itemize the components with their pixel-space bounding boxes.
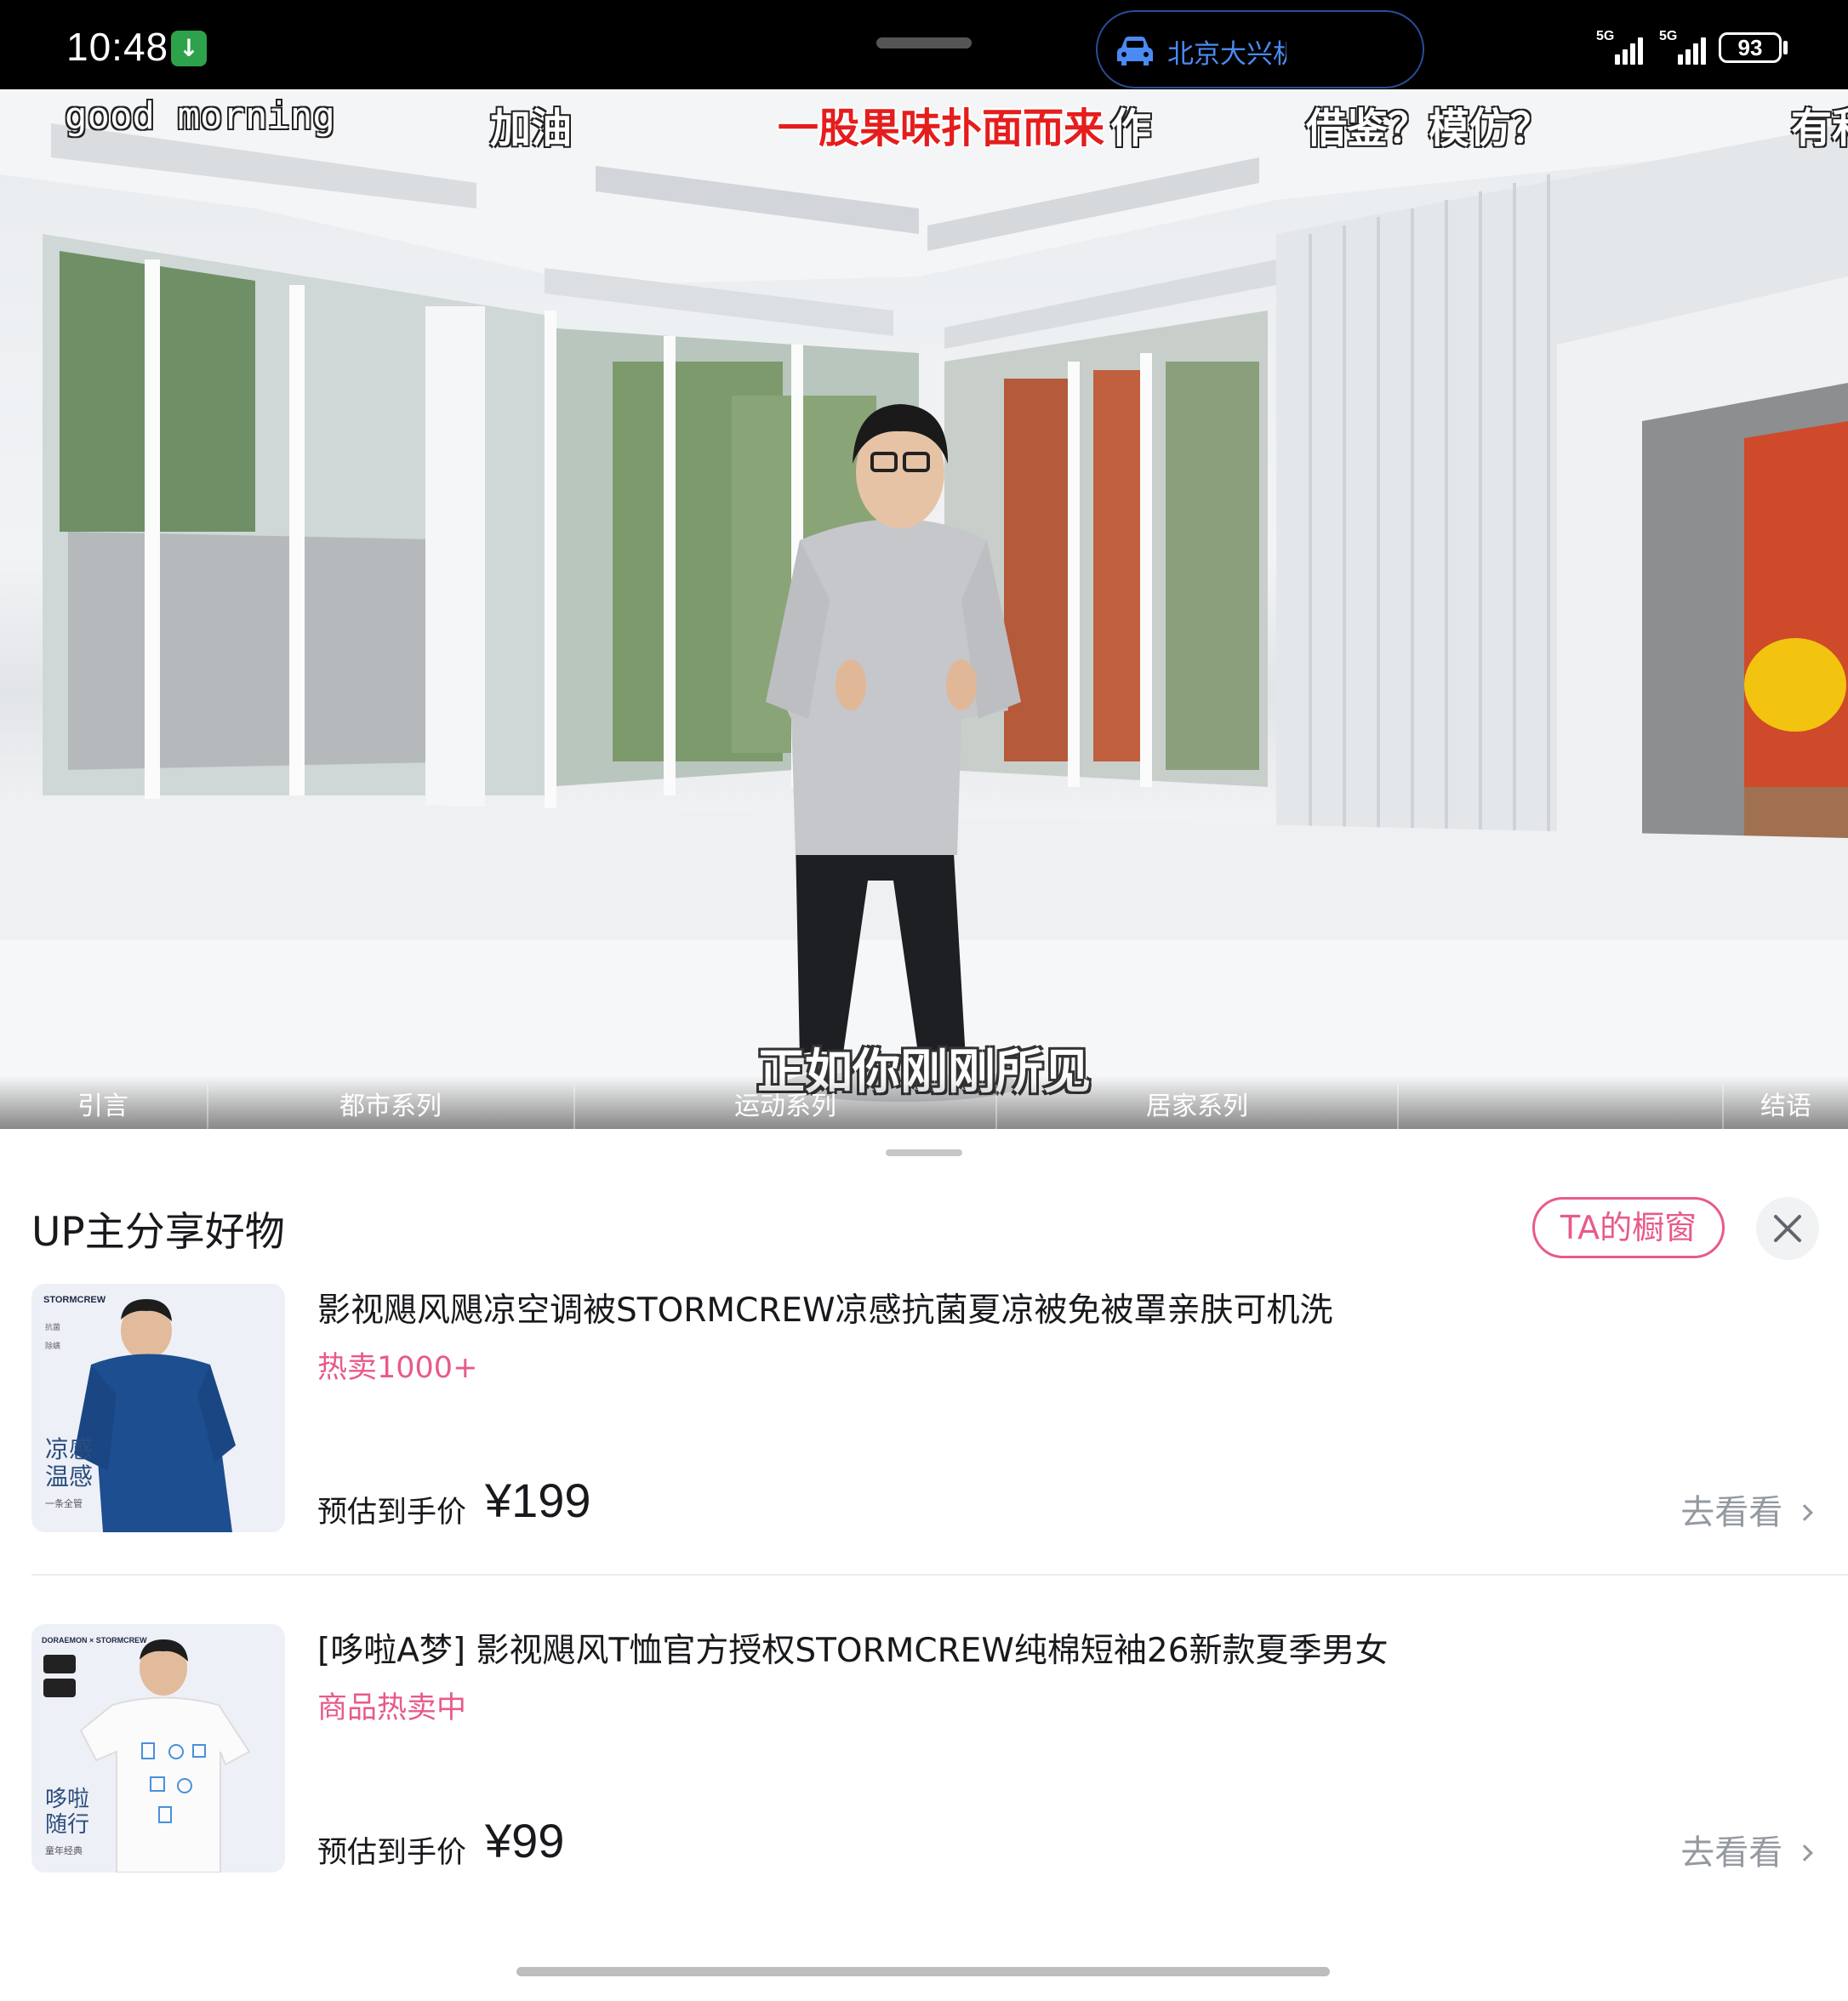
close-button[interactable] [1756, 1197, 1819, 1260]
product-divider [31, 1574, 1848, 1576]
video-frame-illustration [0, 89, 1848, 1129]
danmaku-comment: 加油 [490, 105, 573, 152]
chevron-right-icon [1796, 1844, 1813, 1861]
sheet-title: UP主分享好物 [31, 1209, 285, 1256]
home-indicator[interactable] [516, 1967, 1330, 1976]
product-title[interactable]: [哆啦A梦] 影视飓风T恤官方授权STORMCREW纯棉短袖26新款夏季男女 [317, 1624, 1389, 1672]
chapter-intro[interactable]: 引言 [0, 1085, 206, 1129]
go-view-link[interactable]: 去看看 [1680, 1825, 1813, 1874]
danmaku-comment: good morning [65, 94, 335, 138]
product-sales-badge: 热卖1000+ [317, 1351, 478, 1385]
danmaku-comment: 有和 [1791, 105, 1848, 152]
chapter-ending[interactable]: 结语 [1724, 1085, 1848, 1129]
svg-text:凉感: 凉感 [45, 1435, 93, 1463]
product-title[interactable]: 影视飓风飓凉空调被STORMCREW凉感抗菌夏凉被免被罩亲肤可机洗 [317, 1284, 1333, 1331]
svg-text:DORAEMON × STORMCREW: DORAEMON × STORMCREW [42, 1636, 147, 1645]
close-icon [1774, 1215, 1801, 1242]
navigation-live-activity[interactable]: 北京大兴机 [1096, 10, 1424, 88]
product-thumbnail[interactable]: DORAEMON × STORMCREW 哆啦 随行 童年经典 [31, 1624, 285, 1873]
svg-text:随行: 随行 [45, 1812, 89, 1838]
car-icon [1117, 37, 1153, 66]
video-player[interactable]: good morning 加油 一股果味扑面而来 作 借鉴？模仿？ 有和 正如你… [0, 89, 1848, 1129]
go-view-label: 去看看 [1680, 1833, 1783, 1873]
svg-text:童年经典: 童年经典 [45, 1844, 83, 1856]
chapter-hidden[interactable] [1399, 1085, 1722, 1129]
green-app-icon: ↓ [171, 31, 207, 66]
danmaku-comment-highlight: 一股果味扑面而来 [778, 105, 1105, 152]
svg-text:除螨: 除螨 [45, 1341, 60, 1351]
screen: 10:48 ↓ 北京大兴机 5G 5G 93 good morning 加油 一… [0, 0, 1848, 2001]
product-image-tshirt: DORAEMON × STORMCREW 哆啦 随行 童年经典 [31, 1624, 285, 1873]
camera-notch [876, 37, 972, 48]
product-price: ¥99 [485, 1814, 565, 1867]
chevron-right-icon [1796, 1504, 1813, 1521]
danmaku-comment: 借鉴？模仿？ [1306, 105, 1552, 152]
sheet-drag-handle[interactable] [886, 1149, 962, 1156]
chapter-home[interactable]: 居家系列 [997, 1085, 1397, 1129]
svg-text:抗菌: 抗菌 [45, 1322, 60, 1332]
product-price: ¥199 [485, 1474, 591, 1527]
signal-icon: 5G [1596, 29, 1647, 65]
status-bar: 10:48 ↓ 北京大兴机 5G 5G 93 [0, 0, 1848, 89]
svg-text:哆啦: 哆啦 [45, 1787, 89, 1812]
chapter-urban[interactable]: 都市系列 [208, 1085, 573, 1129]
goods-sheet: UP主分享好物 TA的橱窗 STORMCREW 抗菌 除螨 凉感 温感 一条全管… [0, 1129, 1848, 2001]
thumb-brand: STORMCREW [43, 1295, 106, 1305]
chapter-progress-bar[interactable]: 引言 都市系列 运动系列 居家系列 结语 [0, 1076, 1848, 1129]
product-thumbnail[interactable]: STORMCREW 抗菌 除螨 凉感 温感 一条全管 [31, 1284, 285, 1532]
battery-tip [1783, 41, 1788, 54]
product-item[interactable]: DORAEMON × STORMCREW 哆啦 随行 童年经典 [哆啦A梦] 影… [0, 1624, 1848, 1879]
status-time: 10:48 [66, 25, 169, 69]
signal-icon-2: 5G [1659, 29, 1710, 65]
product-image-blanket: STORMCREW 抗菌 除螨 凉感 温感 一条全管 [31, 1284, 285, 1532]
product-sales-badge: 商品热卖中 [317, 1691, 467, 1725]
shop-window-button[interactable]: TA的橱窗 [1532, 1197, 1725, 1258]
go-view-link[interactable]: 去看看 [1680, 1485, 1813, 1534]
price-label: 预估到手价 [317, 1496, 467, 1530]
go-view-label: 去看看 [1680, 1493, 1783, 1532]
navigation-destination: 北京大兴机 [1167, 39, 1286, 70]
battery-icon: 93 [1719, 32, 1782, 63]
chapter-sport[interactable]: 运动系列 [575, 1085, 995, 1129]
product-item[interactable]: STORMCREW 抗菌 除螨 凉感 温感 一条全管 影视飓风飓凉空调被STOR… [0, 1284, 1848, 1539]
svg-text:一条全管: 一条全管 [45, 1497, 83, 1509]
price-label: 预估到手价 [317, 1836, 467, 1870]
svg-text:温感: 温感 [45, 1462, 93, 1491]
danmaku-comment: 作 [1110, 105, 1152, 152]
